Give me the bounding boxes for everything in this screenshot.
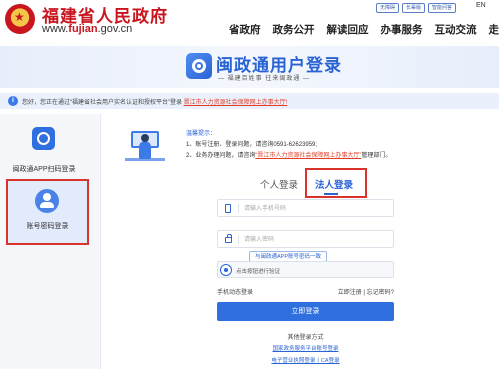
banner-subtitle: — 福建百姓事 往来闽政通 — (218, 73, 310, 82)
tips-title: 温馨提示： (186, 128, 216, 137)
nav-item-explore[interactable]: 走进 (489, 22, 499, 37)
qr-login-option[interactable]: 闽政通APP扫码登录 (0, 124, 88, 176)
national-emblem-icon: ★ (5, 4, 35, 34)
notice-link[interactable]: 晋江市人力资源社会保障网上办事大厅! (184, 100, 288, 106)
login-button[interactable]: 立即登录 (217, 302, 394, 321)
site-url: www.fujian.gov.cn (42, 23, 132, 35)
tip-line-2: 2、业务办理问题，请咨询“晋江市人力资源社会保障网上办事大厅”管理部门。 (186, 150, 391, 159)
login-links-row: 手机动态登录 立即注册 | 忘记密码? (217, 287, 394, 296)
user-icon (35, 189, 59, 213)
register-link[interactable]: 立即注册 (338, 290, 362, 296)
tab-personal-login[interactable]: 个人登录 (260, 177, 298, 191)
support-illustration (125, 125, 165, 163)
mzt-app-logo-icon (186, 53, 212, 79)
app-logo-icon (32, 127, 55, 150)
password-input[interactable] (244, 234, 384, 245)
tab-legal-login[interactable]: 法人登录 (315, 177, 353, 191)
sms-login-link[interactable]: 手机动态登录 (217, 287, 253, 296)
business-license-login-link[interactable]: 电子营业执照登录丨CA登录 (217, 356, 394, 364)
top-link-qa[interactable]: 智能问答 (428, 3, 456, 13)
top-link-accessibility[interactable]: 无障碍 (376, 3, 399, 13)
captcha-verify[interactable]: 点击按钮进行验证 (217, 261, 394, 278)
password-login-label: 账号密码登录 (8, 221, 87, 231)
login-method-panel: 闽政通APP扫码登录 账号密码登录 (0, 114, 101, 369)
nav-item-interpretation[interactable]: 解读回应 (327, 22, 369, 37)
notice-bar: i 您好，您正在通过“福建省社会用户实名认证和授权平台”登录 晋江市人力资源社会… (0, 93, 499, 109)
notice-text: 您好，您正在通过“福建省社会用户实名认证和授权平台”登录 (22, 100, 182, 106)
tab-active-indicator (324, 193, 338, 195)
lock-icon (225, 237, 232, 243)
nav-item-services[interactable]: 办事服务 (381, 22, 423, 37)
top-links: 无障碍 长辈版 智能问答 (376, 3, 456, 13)
tip-line-1: 1、账号注册、登录问题，请咨询0591-62623959; (186, 139, 317, 148)
phone-icon (225, 204, 231, 213)
captcha-button-icon[interactable] (220, 264, 232, 276)
nav-item-interaction[interactable]: 互动交流 (435, 22, 477, 37)
tip-link[interactable]: “晋江市人力资源社会保障网上办事大厅” (255, 153, 361, 159)
top-link-elder[interactable]: 长辈版 (402, 3, 425, 13)
phone-input[interactable] (244, 203, 384, 214)
info-icon: i (8, 96, 18, 106)
qr-login-label: 闽政通APP扫码登录 (0, 164, 88, 174)
other-login-title: 其他登录方式 (217, 332, 394, 341)
password-field (217, 230, 394, 248)
forgot-password-link[interactable]: 忘记密码? (367, 290, 394, 296)
main-nav: 省政府 政务公开 解读回应 办事服务 互动交流 走进 (229, 22, 499, 37)
password-login-option[interactable]: 账号密码登录 (6, 179, 89, 245)
nav-item-disclosure[interactable]: 政务公开 (273, 22, 315, 37)
language-switch[interactable]: EN (476, 2, 486, 9)
login-banner: 闽政通用户登录 — 福建百姓事 往来闽政通 — (0, 46, 499, 88)
phone-field (217, 199, 394, 217)
site-header: ★ 福建省人民政府 www.fujian.gov.cn 无障碍 长辈版 智能问答… (0, 0, 499, 46)
national-platform-login-link[interactable]: 国家政务服务平台账号登录 (217, 344, 394, 352)
captcha-text: 点击按钮进行验证 (236, 267, 280, 275)
nav-item-government[interactable]: 省政府 (229, 22, 261, 37)
